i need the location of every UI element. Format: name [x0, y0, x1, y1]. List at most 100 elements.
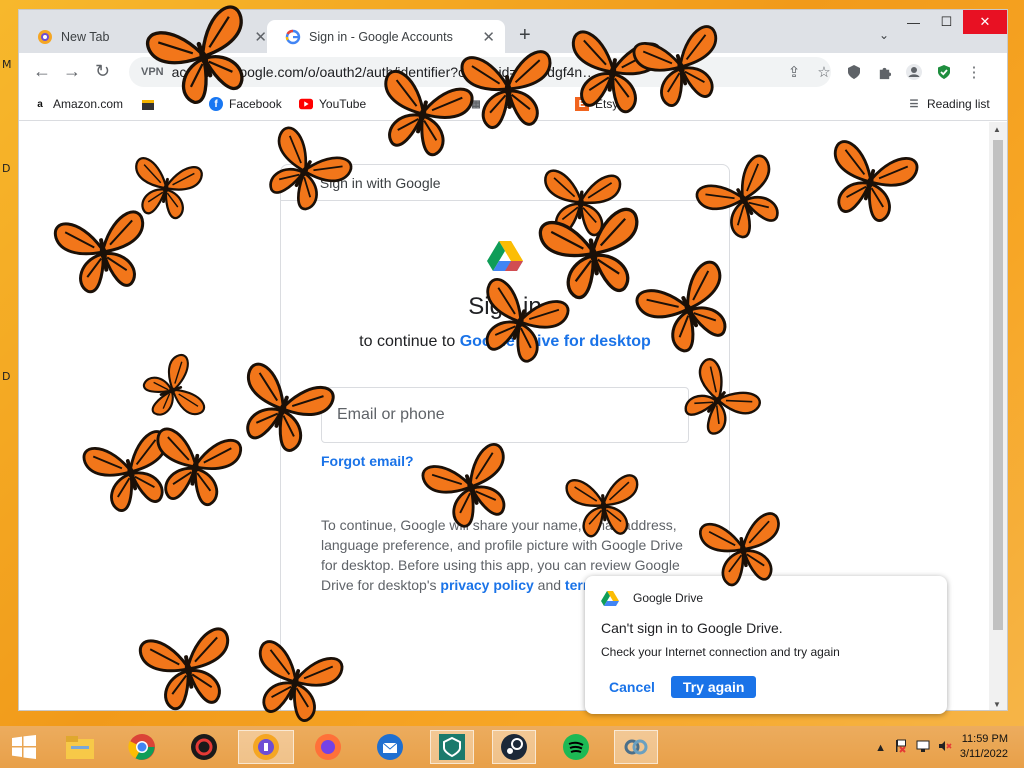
- bookmark-label: Etsy: [595, 97, 619, 111]
- vpn-app-icon[interactable]: [238, 730, 294, 764]
- tab-sign-in[interactable]: Sign in - Google Accounts ✕: [267, 20, 505, 53]
- reading-list-button[interactable]: ☰ Reading list: [907, 97, 990, 111]
- browser-toolbar: ← → ↻ VPN accounts.google.com/o/oauth2/a…: [19, 53, 1007, 91]
- bookmark-facebook[interactable]: f Facebook: [209, 97, 282, 111]
- bookmark-star-icon[interactable]: ☆: [809, 57, 839, 87]
- extensions-icon[interactable]: [869, 57, 899, 87]
- etsy-icon: E: [575, 97, 589, 111]
- security-shield-icon[interactable]: [929, 57, 959, 87]
- new-tab-button[interactable]: +: [519, 24, 531, 47]
- bookmark-label: Facebook: [229, 97, 282, 111]
- system-tray: ▲: [875, 739, 952, 756]
- bookmark-label: Addons: [489, 97, 530, 111]
- bookmark-label: Amazon.com: [53, 97, 124, 111]
- menu-icon[interactable]: ⋮: [959, 57, 989, 87]
- tab-strip: New Tab ✕ Sign in - Google Accounts ✕ + …: [19, 10, 1007, 53]
- email-placeholder: Email or phone: [337, 406, 445, 423]
- close-window-button[interactable]: ✕: [963, 10, 1007, 34]
- spotify-icon[interactable]: [554, 730, 598, 764]
- email-field[interactable]: Email or phone: [321, 387, 689, 443]
- app-name-link[interactable]: Google Drive for desktop: [460, 333, 651, 350]
- google-g-icon: G: [299, 174, 310, 191]
- scroll-thumb[interactable]: [993, 140, 1003, 630]
- drive-error-notification: Google Drive Can't sign in to Google Dri…: [585, 576, 947, 714]
- facebook-icon: f: [209, 97, 223, 111]
- thunderbird-icon[interactable]: [368, 730, 412, 764]
- signin-card-header: G Sign in with Google: [281, 165, 729, 201]
- tab-label: Sign in - Google Accounts: [309, 29, 453, 44]
- consent-and: and: [533, 577, 565, 593]
- bookmark-label: YouTube: [319, 97, 367, 111]
- volume-muted-icon[interactable]: [938, 739, 952, 756]
- security-app-icon[interactable]: [182, 730, 226, 764]
- bookmarks-bar: a Amazon.com f Facebook YouTube ▦ Addons…: [19, 91, 1007, 121]
- google-drive-logo-icon: [601, 591, 619, 606]
- notification-actions: Cancel Try again: [609, 676, 757, 698]
- forward-button[interactable]: →: [63, 62, 81, 80]
- continue-to-text: to continue to Google Drive for desktop: [281, 333, 729, 351]
- share-icon[interactable]: ⇪: [779, 57, 809, 87]
- tray-expand-icon[interactable]: ▲: [875, 742, 886, 754]
- notification-app-name: Google Drive: [633, 591, 704, 605]
- tab-label: New Tab: [61, 29, 110, 44]
- reading-list-icon: ☰: [909, 98, 919, 110]
- signin-header-text: Sign in with Google: [319, 174, 441, 191]
- page-title: Sign in: [468, 293, 542, 320]
- forgot-email-link[interactable]: Forgot email?: [321, 453, 414, 469]
- vpn-badge[interactable]: VPN: [141, 66, 164, 78]
- start-button[interactable]: [2, 730, 46, 764]
- cancel-button[interactable]: Cancel: [609, 679, 655, 695]
- vertical-scrollbar[interactable]: ▲ ▼: [989, 122, 1007, 710]
- tab-new-tab[interactable]: New Tab ✕: [19, 20, 267, 53]
- desktop-edge-letter: D: [2, 162, 11, 175]
- clock-time: 11:59 PM: [961, 733, 1008, 745]
- firefox-icon[interactable]: [306, 730, 350, 764]
- notification-message: Check your Internet connection and try a…: [601, 645, 840, 659]
- bookmark-youtube[interactable]: YouTube: [299, 97, 366, 111]
- google-drive-logo-icon: [487, 239, 523, 276]
- scroll-up-icon[interactable]: ▲: [993, 125, 1001, 134]
- address-bar[interactable]: VPN accounts.google.com/o/oauth2/auth/id…: [129, 57, 831, 87]
- file-explorer-icon[interactable]: [58, 730, 102, 764]
- continue-prefix: to continue to: [359, 333, 460, 350]
- desktop-edge-letter: M: [2, 58, 12, 71]
- network-icon[interactable]: [916, 739, 930, 756]
- url-text[interactable]: accounts.google.com/o/oauth2/auth/identi…: [172, 64, 597, 80]
- proton-vpn-icon[interactable]: [430, 730, 474, 764]
- privacy-policy-link[interactable]: privacy policy: [440, 577, 533, 593]
- back-button[interactable]: ←: [33, 62, 51, 80]
- tab-search-icon[interactable]: ⌄: [879, 28, 889, 42]
- scroll-down-icon[interactable]: ▼: [993, 700, 1001, 709]
- addons-icon: ▦: [471, 98, 481, 110]
- notification-app: Google Drive: [601, 590, 931, 606]
- amazon-icon: a: [37, 98, 43, 110]
- flag-icon[interactable]: [894, 739, 908, 756]
- profile-icon[interactable]: [899, 57, 929, 87]
- notification-title: Can't sign in to Google Drive.: [601, 620, 783, 636]
- browser-logo-icon: [37, 29, 53, 45]
- desktop-edge-letter: D: [2, 370, 11, 383]
- taskbar: ▲ 11:59 PM 3/11/2022: [0, 726, 1024, 768]
- steam-icon[interactable]: [492, 730, 536, 764]
- maximize-button[interactable]: ☐: [930, 10, 963, 34]
- youtube-icon: [299, 97, 313, 111]
- minimize-button[interactable]: —: [897, 10, 930, 34]
- bookmark-addons[interactable]: ▦ Addons: [469, 97, 530, 111]
- google-g-icon: [285, 29, 301, 45]
- reload-button[interactable]: ↻: [95, 62, 110, 80]
- adblock-extension-icon[interactable]: [839, 57, 869, 87]
- try-again-button[interactable]: Try again: [670, 676, 757, 698]
- chrome-icon[interactable]: [120, 730, 164, 764]
- reading-list-label: Reading list: [927, 97, 990, 111]
- shopping-bag-icon: [141, 97, 155, 111]
- network-app-icon[interactable]: [614, 730, 658, 764]
- window-controls: — ☐ ✕: [897, 10, 1007, 34]
- close-icon[interactable]: ✕: [482, 28, 495, 46]
- close-icon[interactable]: ✕: [254, 28, 267, 46]
- toolbar-icons: ⇪ ☆ ⋮: [779, 57, 989, 87]
- bookmark-shop[interactable]: [141, 97, 161, 111]
- bookmark-amazon[interactable]: a Amazon.com: [33, 97, 123, 111]
- bookmark-etsy[interactable]: E Etsy: [575, 97, 618, 111]
- system-clock[interactable]: 11:59 PM 3/11/2022: [960, 732, 1008, 762]
- clock-date: 3/11/2022: [959, 748, 1008, 760]
